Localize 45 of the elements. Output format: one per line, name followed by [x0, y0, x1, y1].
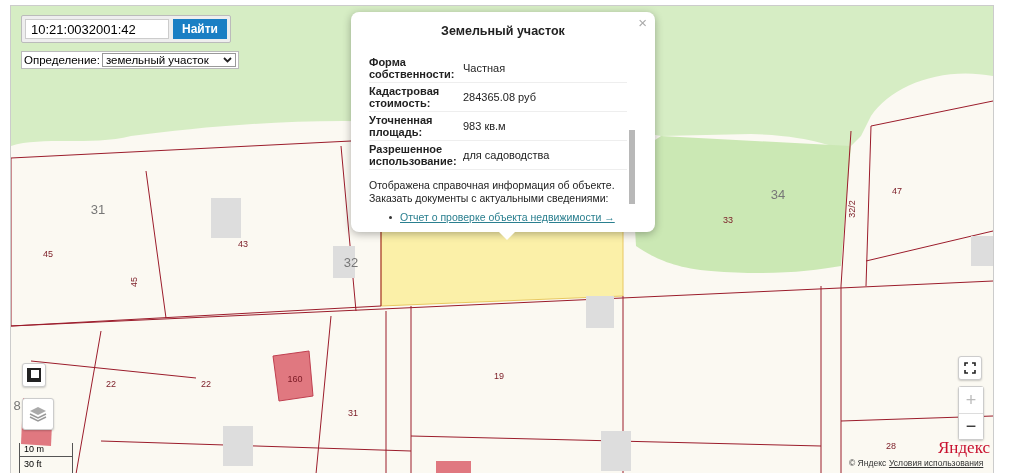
fullscreen-icon [964, 362, 976, 374]
terms-link[interactable]: Условия использования [889, 458, 984, 468]
parcel-number: 22 [201, 379, 211, 389]
field-label: Уточненная площадь: [369, 114, 434, 138]
parcel-number: 31 [348, 408, 358, 418]
scale-metric: 10 m [24, 444, 44, 454]
field-label: Разрешенное использование: [369, 143, 458, 167]
parcel-number: 22 [106, 379, 116, 389]
parcel-number: 33 [723, 215, 733, 225]
parcel-number: 45 [129, 277, 139, 287]
parcel-number: 47 [892, 186, 902, 196]
parcel-number: 160 [287, 374, 303, 384]
zoom-out-button[interactable]: − [959, 413, 983, 439]
parcel-number: 32/2 [847, 200, 857, 218]
bullet-icon [389, 215, 392, 219]
definition-label: Определение: [24, 54, 100, 66]
parcel-number: 8 [13, 397, 21, 413]
field-label: Форма собственности: [369, 56, 456, 80]
field-value: 284365.08 руб [463, 91, 537, 103]
map-logo: Яндекс [938, 438, 990, 458]
field-value: для садоводства [463, 149, 551, 161]
fullscreen-button[interactable] [958, 356, 982, 380]
parcel-number: 19 [494, 371, 504, 381]
parcel-number: 31 [90, 201, 106, 217]
find-button[interactable]: Найти [173, 19, 227, 39]
parcel-number: 45 [43, 249, 53, 259]
cadastral-number-field[interactable]: 10:21:0032001:42 [25, 19, 169, 39]
parcel-number: 34 [770, 186, 786, 202]
chevron-icon [222, 57, 232, 63]
parcel-number: 32 [343, 254, 359, 270]
ruler-button[interactable] [22, 363, 46, 387]
copyright-text: © Яндекс [849, 458, 887, 468]
info-note: Отображена справочная информация об объекте. Заказать документы с актуальными сведениями: [369, 179, 616, 205]
popup-title: Земельный участок [440, 24, 566, 38]
field-value: 983 кв.м [463, 120, 507, 132]
scrollbar-thumb[interactable] [629, 130, 635, 204]
field-value: Частная [463, 62, 507, 74]
layers-button[interactable] [22, 398, 54, 430]
report-link[interactable]: Отчет о проверке объекта недвижимости → [400, 211, 615, 223]
definition-select[interactable]: земельный участок [101, 53, 236, 67]
layers-icon [29, 406, 47, 422]
field-label: Кадастровая стоимость: [369, 85, 441, 109]
parcel-number: 28 [886, 441, 896, 451]
parcel-number: 43 [238, 239, 248, 249]
scale-imperial: 30 ft [24, 459, 42, 469]
